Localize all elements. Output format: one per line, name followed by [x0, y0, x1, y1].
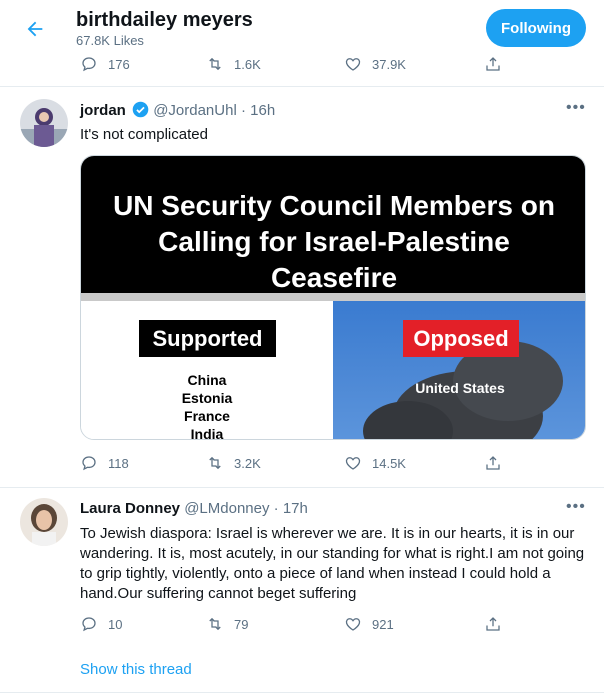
like-button[interactable]: 921	[344, 615, 394, 633]
retweet-icon	[209, 57, 221, 71]
back-arrow-icon	[27, 21, 43, 37]
back-button[interactable]	[18, 12, 52, 46]
verified-badge-icon	[132, 101, 149, 118]
like-button[interactable]: 14.5K	[344, 454, 406, 472]
author-name[interactable]: Laura Donney	[80, 500, 180, 517]
retweet-count: 3.2K	[234, 455, 261, 471]
supported-label: Supported	[139, 320, 276, 357]
more-icon[interactable]: •••	[566, 99, 586, 117]
reply-button[interactable]: 10	[80, 615, 122, 633]
reply-count: 10	[108, 616, 123, 632]
following-button[interactable]: Following	[486, 9, 586, 47]
reply-count: 118	[108, 455, 129, 471]
card-divider-stripe	[81, 293, 585, 301]
like-count: 37.9K	[372, 56, 406, 72]
avatar[interactable]	[20, 498, 68, 546]
country-item: United States	[415, 380, 505, 396]
country-item: France	[184, 408, 230, 424]
reply-icon	[82, 617, 96, 632]
share-icon	[486, 456, 500, 470]
reply-count: 176	[108, 56, 130, 72]
share-button[interactable]	[484, 454, 502, 472]
opposed-label: Opposed	[403, 320, 519, 357]
like-count: 14.5K	[372, 455, 406, 471]
retweet-icon	[209, 617, 221, 631]
opposed-panel: Opposed United States	[333, 301, 585, 439]
tweet-actions: 118 3.2K 14.5K	[80, 454, 500, 474]
like-icon	[345, 58, 361, 71]
like-icon	[345, 618, 361, 631]
opposed-list: United States	[333, 380, 585, 396]
divider	[0, 86, 604, 87]
tweet-text: It's not complicated	[80, 126, 208, 143]
reply-button[interactable]: 176	[80, 55, 130, 73]
reply-icon	[82, 456, 96, 471]
share-icon	[486, 57, 500, 71]
more-icon[interactable]: •••	[566, 498, 586, 516]
likes-count: 67.8K Likes	[76, 33, 144, 48]
profile-header: birthdailey meyers 67.8K Likes Following	[0, 0, 604, 50]
supported-list: China Estonia France India	[81, 371, 333, 440]
avatar[interactable]	[20, 99, 68, 147]
reply-icon	[82, 57, 96, 72]
separator: ·	[240, 102, 246, 119]
like-count: 921	[372, 616, 394, 632]
share-icon	[486, 617, 500, 631]
retweet-button[interactable]: 79	[206, 615, 248, 633]
share-button[interactable]	[484, 55, 502, 73]
card-title: UN Security Council Members on Calling f…	[81, 156, 585, 293]
tweet-actions: 176 1.6K 37.9K	[80, 55, 500, 75]
retweet-button[interactable]: 1.6K	[206, 55, 261, 73]
media-card[interactable]: UN Security Council Members on Calling f…	[80, 155, 586, 440]
country-item: India	[190, 426, 224, 440]
tweet-header: Laura Donney @LMdonney · 17h	[80, 500, 308, 517]
retweet-icon	[209, 456, 221, 470]
tweet-header: jordan @JordanUhl · 16h	[80, 101, 275, 119]
tweet-time[interactable]: 17h	[283, 500, 308, 517]
country-item: China	[187, 372, 227, 388]
reply-button[interactable]: 118	[80, 454, 129, 472]
tweet-text: To Jewish diaspora: Israel is wherever w…	[80, 525, 585, 602]
like-button[interactable]: 37.9K	[344, 55, 406, 73]
retweet-count: 79	[234, 616, 249, 632]
separator: ·	[273, 500, 279, 517]
author-handle[interactable]: @LMdonney	[184, 500, 269, 517]
like-icon	[345, 457, 361, 470]
author-name[interactable]: jordan	[80, 102, 126, 119]
retweet-count: 1.6K	[234, 56, 261, 72]
share-button[interactable]	[484, 615, 502, 633]
show-thread-link[interactable]: Show this thread	[80, 661, 192, 678]
divider	[0, 487, 604, 488]
author-handle[interactable]: @JordanUhl	[153, 102, 237, 119]
supported-panel: Supported China Estonia France India	[81, 301, 333, 440]
retweet-button[interactable]: 3.2K	[206, 454, 261, 472]
tweet-time[interactable]: 16h	[250, 102, 275, 119]
profile-name: birthdailey meyers	[76, 9, 253, 31]
country-item: Estonia	[181, 390, 233, 406]
tweet-actions: 10 79 921	[80, 615, 500, 635]
